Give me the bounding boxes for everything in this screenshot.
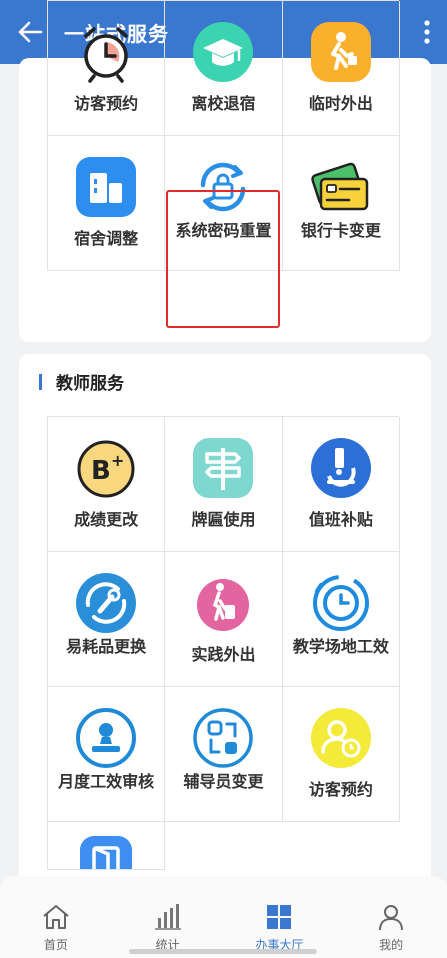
- svg-text:+: +: [111, 451, 124, 470]
- service-item-counselor-change[interactable]: 辅导员变更: [165, 687, 283, 822]
- section-title: 教师服务: [56, 374, 124, 394]
- visitor-clock-icon: [310, 708, 371, 768]
- service-label: 成绩更改: [74, 510, 139, 529]
- arrow-left-icon: [18, 21, 43, 43]
- service-label: 宿舍调整: [74, 229, 139, 248]
- section-accent-bar: [39, 373, 42, 390]
- service-item-temp-out[interactable]: 临时外出: [282, 1, 400, 136]
- tab-service-hall[interactable]: 办事大厅: [224, 876, 336, 958]
- service-item-practice-out[interactable]: 实践外出: [165, 552, 283, 687]
- service-item-door[interactable]: [48, 822, 166, 870]
- service-item-duty-allowance[interactable]: 值班补贴: [282, 417, 400, 552]
- teacher-services-card: 教师服务 B + 成绩更改 牌匾使用 值班补贴 易耗品更换 实践外出 教学场地工…: [19, 354, 431, 914]
- door-icon: [80, 836, 133, 869]
- service-label: 辅导员变更: [183, 772, 264, 791]
- bottom-tab-bar: 首页 统计 办事大厅 我的: [0, 876, 447, 958]
- tab-label: 我的: [379, 938, 404, 952]
- walking-person-icon: [310, 22, 371, 82]
- service-grid: B + 成绩更改 牌匾使用 值班补贴 易耗品更换 实践外出 教学场地工效 月度工…: [47, 416, 400, 870]
- alarm-clock-icon: [84, 27, 128, 83]
- tab-stats[interactable]: 统计: [112, 876, 224, 958]
- more-menu-button[interactable]: [407, 0, 447, 64]
- grade-b-plus-icon: B +: [77, 440, 135, 498]
- signpost-icon: [193, 438, 254, 498]
- service-label: 访客预约: [74, 94, 139, 113]
- service-item-teaching-venue[interactable]: 教学场地工效: [282, 552, 400, 687]
- tab-mine[interactable]: 我的: [335, 876, 447, 958]
- grid-icon: [267, 905, 292, 929]
- tab-home[interactable]: 首页: [0, 876, 112, 958]
- service-label: 易耗品更换: [66, 637, 147, 656]
- service-item-grade-change[interactable]: B + 成绩更改: [48, 417, 166, 552]
- service-label: 月度工效审核: [58, 772, 155, 791]
- wrench-refresh-icon: [76, 573, 137, 633]
- service-item-consumables[interactable]: 易耗品更换: [48, 552, 166, 687]
- service-label: 实践外出: [191, 645, 256, 664]
- microscope-icon: [310, 438, 371, 498]
- stamp-icon: [76, 708, 137, 768]
- svg-text:B: B: [91, 456, 111, 486]
- person-icon: [379, 905, 404, 931]
- bank-card-icon: [311, 162, 369, 211]
- traveler-icon: [197, 579, 250, 631]
- section-header: 教师服务: [39, 369, 124, 394]
- service-label: 教学场地工效: [292, 637, 389, 656]
- building-icon: [76, 157, 137, 217]
- swap-icon: [193, 708, 254, 768]
- bar-chart-icon: [154, 904, 181, 930]
- service-label: 离校退宿: [191, 94, 256, 113]
- selection-highlight: [166, 190, 280, 328]
- home-indicator: [129, 949, 317, 954]
- service-item-monthly-review[interactable]: 月度工效审核: [48, 687, 166, 822]
- timer-icon: [312, 575, 369, 631]
- service-item-bank-card[interactable]: 银行卡变更: [282, 136, 400, 271]
- home-icon: [43, 905, 69, 929]
- service-item-plaque[interactable]: 牌匾使用: [165, 417, 283, 552]
- service-item-dorm-adjust[interactable]: 宿舍调整: [48, 136, 166, 271]
- service-item-visitor-2[interactable]: 访客预约: [282, 687, 400, 822]
- service-item-visitor[interactable]: 访客预约: [48, 1, 166, 136]
- service-label: 临时外出: [308, 94, 373, 113]
- service-label: 银行卡变更: [300, 221, 381, 240]
- tab-label: 首页: [43, 938, 68, 952]
- service-label: 值班补贴: [308, 510, 373, 529]
- graduation-cap-icon: [193, 22, 254, 82]
- service-item-leave-dorm[interactable]: 离校退宿: [165, 1, 283, 136]
- service-label: 访客预约: [308, 780, 373, 799]
- service-label: 牌匾使用: [191, 510, 256, 529]
- more-vertical-icon: [424, 20, 430, 44]
